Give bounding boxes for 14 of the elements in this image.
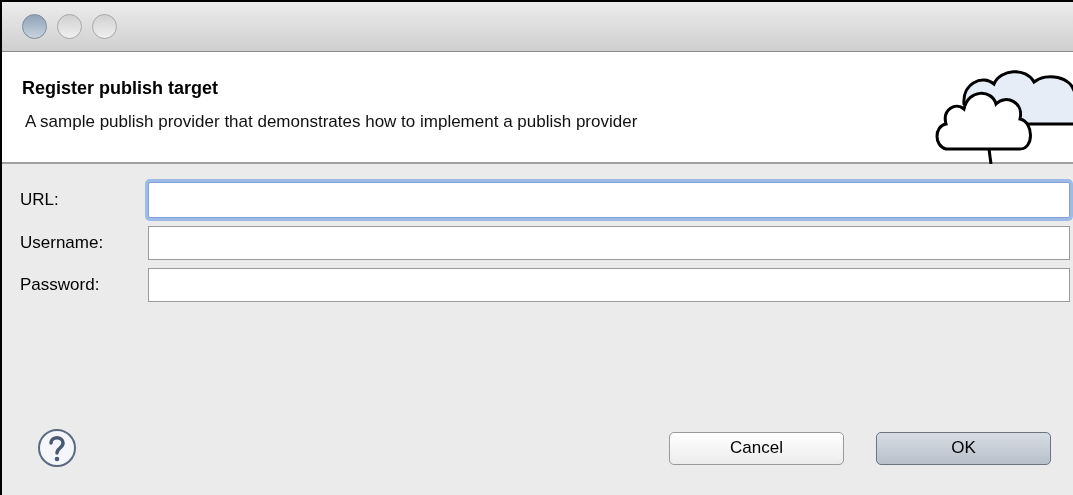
- dialog-title: Register publish target: [22, 77, 220, 99]
- cancel-button[interactable]: Cancel: [669, 431, 844, 465]
- dialog-description: A sample publish provider that demonstrates how to implement a publish provider: [24, 111, 638, 133]
- help-icon[interactable]: [37, 428, 77, 468]
- text-field[interactable]: [148, 268, 1070, 302]
- minimize-window-button[interactable]: [57, 14, 82, 39]
- text-field[interactable]: [148, 226, 1070, 260]
- field-label: Password:: [19, 274, 101, 297]
- field-label: Username:: [19, 232, 105, 255]
- close-window-button[interactable]: [22, 14, 47, 39]
- ok-button[interactable]: OK: [876, 431, 1051, 465]
- text-field[interactable]: [148, 182, 1070, 218]
- field-label: URL:: [19, 189, 60, 212]
- zoom-window-button[interactable]: [92, 14, 117, 39]
